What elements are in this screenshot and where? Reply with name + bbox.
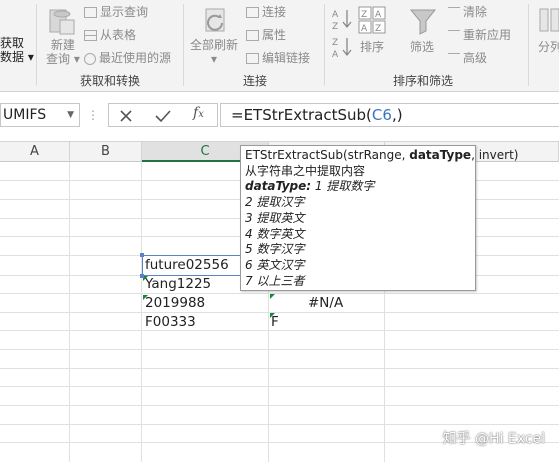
error-indicator-icon[interactable] [143, 295, 148, 300]
group-label-sort-filter: 排序和筛选 [393, 74, 454, 88]
svg-text:Z: Z [375, 24, 381, 34]
grid-line [0, 424, 559, 425]
grid-line [0, 349, 559, 350]
filter-icon[interactable] [408, 6, 438, 36]
formula-input[interactable]: =ETStrExtractSub(C6,) [220, 103, 559, 127]
sort-icon[interactable]: Z A A Z [358, 6, 388, 36]
name-box[interactable]: UMIFS ▼ [0, 103, 80, 127]
cancel-icon[interactable] [119, 109, 133, 123]
svg-text:Z: Z [332, 22, 338, 32]
error-indicator-icon[interactable] [270, 294, 275, 299]
tooltip-option: 3 提取英文 [245, 210, 305, 225]
svg-text:Z: Z [361, 10, 367, 20]
cell-c9[interactable]: F00333 [145, 313, 196, 331]
resize-handle[interactable] [140, 253, 144, 257]
tooltip-param-line: dataType: 1 提取数字 [245, 179, 375, 194]
column-header-a[interactable]: A [0, 142, 70, 162]
error-indicator-icon[interactable] [270, 313, 275, 318]
get-data-label-2: 数据 ▾ [0, 50, 34, 64]
get-data-label-1: 获取 [0, 36, 25, 50]
chevron-down-icon[interactable]: ▼ [67, 104, 74, 126]
cell-d8[interactable]: #N/A [308, 294, 343, 312]
svg-text:A: A [375, 10, 382, 20]
cell-c7[interactable]: Yang1225 [145, 275, 211, 293]
grid-line [0, 405, 559, 406]
text-to-columns-icon[interactable] [538, 6, 559, 36]
new-query-button[interactable]: 新建 查询 ▾ [46, 38, 80, 66]
sort-az-icon[interactable]: A Z [330, 6, 354, 32]
divider [183, 4, 184, 86]
recent-sources-button[interactable]: 最近使用的源 [84, 51, 171, 65]
from-table-button[interactable]: 从表格 [84, 28, 136, 42]
tooltip-signature: ETStrExtractSub(strRange, dataType, inve… [245, 148, 519, 162]
enter-check-icon[interactable] [155, 109, 171, 123]
grid-line [0, 330, 559, 331]
tooltip-option: 7 以上三者 [245, 273, 305, 288]
connections-button[interactable]: 连接 [246, 5, 286, 19]
group-label-connections: 连接 [243, 74, 268, 88]
grid-line [0, 293, 559, 294]
insert-function-icon[interactable]: fx [193, 105, 204, 121]
group-label-get-transform: 获取和转换 [80, 74, 141, 88]
tooltip-option: 4 数字英文 [245, 226, 305, 241]
svg-text:Z: Z [332, 38, 338, 48]
drag-handle-icon[interactable]: ⋮ [87, 106, 101, 124]
new-query-icon[interactable] [46, 6, 76, 36]
tooltip-option: 6 英文汉字 [245, 257, 305, 272]
refresh-all-icon[interactable] [200, 5, 232, 37]
show-query-button[interactable]: 显示查询 [84, 5, 148, 19]
divider [528, 4, 529, 86]
divider [324, 4, 325, 86]
svg-text:A: A [361, 24, 368, 34]
split-button[interactable]: 分列 [538, 40, 559, 54]
advanced-button[interactable]: 高级 [448, 51, 487, 65]
column-header-b[interactable]: B [70, 142, 142, 162]
tooltip-description: 从字符串之中提取内容 [245, 163, 366, 178]
svg-text:A: A [332, 50, 339, 60]
get-data-button[interactable]: 获取 数据 ▾ [0, 36, 34, 64]
cell-c8[interactable]: 2019988 [145, 294, 205, 312]
tooltip-option: 5 数字汉字 [245, 242, 305, 257]
ribbon: 获取 数据 ▾ 新建 查询 ▾ 显示查询 从表格 最近使用的源 获取和转换 全部刷… [0, 0, 559, 92]
formula-bar: UMIFS ▼ ⋮ fx =ETStrExtractSub(C6,) [0, 92, 559, 141]
clear-button[interactable]: 清除 [448, 5, 487, 19]
reapply-button[interactable]: 重新应用 [448, 28, 511, 42]
filter-button[interactable]: 筛选 [410, 40, 434, 54]
tooltip-option: 2 提取汉字 [245, 195, 305, 210]
function-tooltip: ETStrExtractSub(strRange, dataType, inve… [240, 145, 519, 291]
sort-button[interactable]: 排序 [360, 40, 384, 54]
resize-handle[interactable] [140, 274, 144, 278]
properties-button[interactable]: 属性 [246, 28, 286, 42]
divider [36, 4, 37, 86]
edit-links-button[interactable]: 编辑链接 [246, 51, 310, 65]
grid-line [0, 368, 559, 369]
grid-line [0, 312, 559, 313]
watermark: 知乎 @Hi Excel [442, 431, 545, 447]
grid-line [0, 386, 559, 387]
sort-za-icon[interactable]: Z A [330, 34, 354, 60]
refresh-all-button[interactable]: 全部刷新 ▾ [190, 38, 238, 66]
formula-buttons: fx [108, 103, 218, 127]
svg-text:A: A [332, 10, 339, 20]
